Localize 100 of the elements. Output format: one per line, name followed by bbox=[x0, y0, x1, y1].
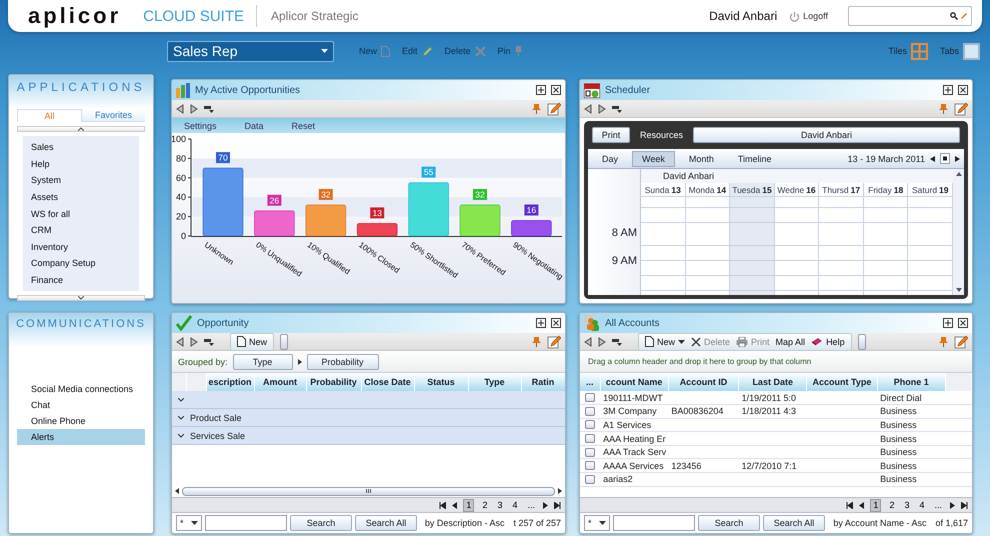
row-checkbox[interactable] bbox=[585, 461, 596, 470]
chevron-down-icon[interactable] bbox=[178, 416, 184, 420]
page-link[interactable]: 3 bbox=[902, 498, 912, 512]
search-button[interactable]: Search bbox=[698, 515, 760, 531]
back-icon[interactable] bbox=[584, 336, 592, 346]
scrollbar-thumb[interactable] bbox=[182, 486, 555, 496]
tiles-icon[interactable] bbox=[910, 42, 928, 60]
panel-tab[interactable]: Favorites bbox=[82, 109, 145, 122]
tabs-icon[interactable] bbox=[963, 42, 980, 60]
close-icon[interactable] bbox=[958, 85, 968, 95]
scroll-right-icon[interactable] bbox=[558, 488, 562, 494]
row-checkbox[interactable] bbox=[585, 448, 596, 457]
application-item[interactable]: Company Setup bbox=[23, 255, 139, 272]
application-item[interactable]: WS for all bbox=[23, 205, 139, 222]
row-checkbox[interactable] bbox=[585, 420, 596, 430]
column-header[interactable]: Status bbox=[414, 373, 468, 391]
forward-icon[interactable] bbox=[190, 336, 198, 346]
close-icon[interactable] bbox=[958, 318, 968, 328]
workspace-select[interactable]: Sales Rep bbox=[167, 40, 334, 62]
application-item[interactable]: Inventory bbox=[23, 238, 139, 256]
page-link[interactable]: 1 bbox=[870, 498, 882, 512]
column-header[interactable]: ccount Name bbox=[600, 373, 668, 391]
column-header[interactable]: Account Type bbox=[806, 373, 878, 391]
menu-item[interactable]: Reset bbox=[292, 120, 316, 130]
overflow-button[interactable] bbox=[280, 334, 288, 350]
application-item[interactable]: System bbox=[23, 172, 139, 189]
overflow-button[interactable] bbox=[858, 334, 866, 350]
page-link[interactable]: 3 bbox=[495, 498, 504, 512]
scroll-down-icon[interactable] bbox=[956, 288, 962, 292]
forward-icon[interactable] bbox=[598, 104, 606, 114]
pencil-icon[interactable] bbox=[954, 334, 968, 348]
scrollbar[interactable] bbox=[953, 169, 964, 295]
column-header[interactable]: Account ID bbox=[668, 373, 739, 391]
maximize-icon[interactable] bbox=[536, 85, 546, 95]
search-field[interactable] bbox=[613, 515, 695, 531]
back-icon[interactable] bbox=[176, 104, 184, 114]
last-page-icon[interactable] bbox=[961, 502, 968, 508]
close-icon[interactable] bbox=[551, 318, 561, 328]
pencil-icon[interactable] bbox=[547, 102, 561, 116]
back-icon[interactable] bbox=[176, 336, 184, 346]
pin-icon[interactable] bbox=[532, 104, 541, 114]
column-header[interactable]: Probability bbox=[306, 373, 361, 391]
previous-icon[interactable] bbox=[930, 156, 935, 162]
row-checkbox[interactable] bbox=[585, 474, 596, 484]
logoff-link[interactable]: Logoff bbox=[803, 11, 828, 21]
dropdown-icon[interactable] bbox=[204, 104, 214, 112]
search-field[interactable] bbox=[205, 515, 287, 531]
application-item[interactable]: CRM bbox=[23, 222, 139, 239]
column-header[interactable]: Type bbox=[468, 373, 521, 391]
scroll-left-icon[interactable] bbox=[175, 488, 179, 494]
search-all-button[interactable]: Search All bbox=[355, 515, 417, 531]
toolbar-button[interactable]: Help bbox=[809, 336, 847, 346]
today-icon[interactable] bbox=[940, 153, 950, 164]
select-column-header[interactable]: ... bbox=[580, 373, 600, 391]
page-link[interactable]: 4 bbox=[917, 498, 926, 512]
dropdown-icon[interactable] bbox=[204, 338, 214, 346]
communication-item[interactable]: Chat bbox=[17, 397, 145, 413]
application-item[interactable]: Finance bbox=[23, 272, 139, 288]
menu-item[interactable]: Data bbox=[244, 120, 264, 130]
page-link[interactable]: 2 bbox=[887, 498, 896, 512]
communication-item[interactable]: Social Media connections bbox=[17, 381, 145, 397]
view-tab[interactable]: Timeline bbox=[728, 150, 782, 166]
filter-select[interactable]: * bbox=[584, 515, 610, 531]
forward-icon[interactable] bbox=[598, 336, 606, 346]
page-link[interactable]: ... bbox=[932, 498, 944, 512]
maximize-icon[interactable] bbox=[943, 85, 953, 95]
previous-page-icon[interactable] bbox=[859, 502, 864, 508]
resource-select[interactable]: David Anbari bbox=[693, 127, 960, 143]
page-link[interactable]: 2 bbox=[480, 498, 490, 512]
pin-icon[interactable] bbox=[939, 336, 948, 346]
search-all-button[interactable]: Search All bbox=[763, 515, 825, 531]
grip-icon[interactable] bbox=[366, 489, 371, 493]
search-icon[interactable] bbox=[950, 12, 958, 20]
page-link[interactable]: ... bbox=[525, 498, 537, 512]
chevron-down-icon[interactable] bbox=[178, 434, 184, 438]
first-page-icon[interactable] bbox=[439, 502, 446, 508]
column-header[interactable]: Ratin bbox=[521, 373, 565, 391]
row-checkbox[interactable] bbox=[585, 393, 596, 402]
toolbar-button[interactable]: Map All bbox=[774, 336, 808, 346]
chevron-up-icon[interactable] bbox=[78, 127, 84, 131]
pin-icon[interactable] bbox=[532, 336, 541, 346]
group-row[interactable]: Product Sale bbox=[172, 409, 565, 427]
next-page-icon[interactable] bbox=[950, 502, 955, 508]
group-row[interactable]: Services Sale bbox=[172, 427, 565, 445]
row-checkbox[interactable] bbox=[585, 406, 596, 416]
scroll-up-icon[interactable] bbox=[956, 172, 962, 176]
pin-icon[interactable] bbox=[939, 104, 948, 114]
last-page-icon[interactable] bbox=[554, 502, 561, 508]
chevron-down-icon[interactable] bbox=[78, 296, 84, 300]
application-item[interactable]: Sales bbox=[23, 139, 139, 156]
back-icon[interactable] bbox=[584, 104, 592, 114]
menu-item[interactable]: Settings bbox=[184, 120, 217, 130]
view-toggle[interactable]: Tabs bbox=[940, 42, 980, 60]
previous-page-icon[interactable] bbox=[452, 502, 458, 508]
chevron-down-icon[interactable] bbox=[178, 398, 184, 402]
pencil-icon[interactable] bbox=[547, 334, 561, 348]
pencil-icon[interactable] bbox=[954, 102, 968, 116]
dropdown-icon[interactable] bbox=[612, 104, 622, 112]
search-field[interactable] bbox=[848, 6, 972, 26]
maximize-icon[interactable] bbox=[536, 318, 546, 328]
